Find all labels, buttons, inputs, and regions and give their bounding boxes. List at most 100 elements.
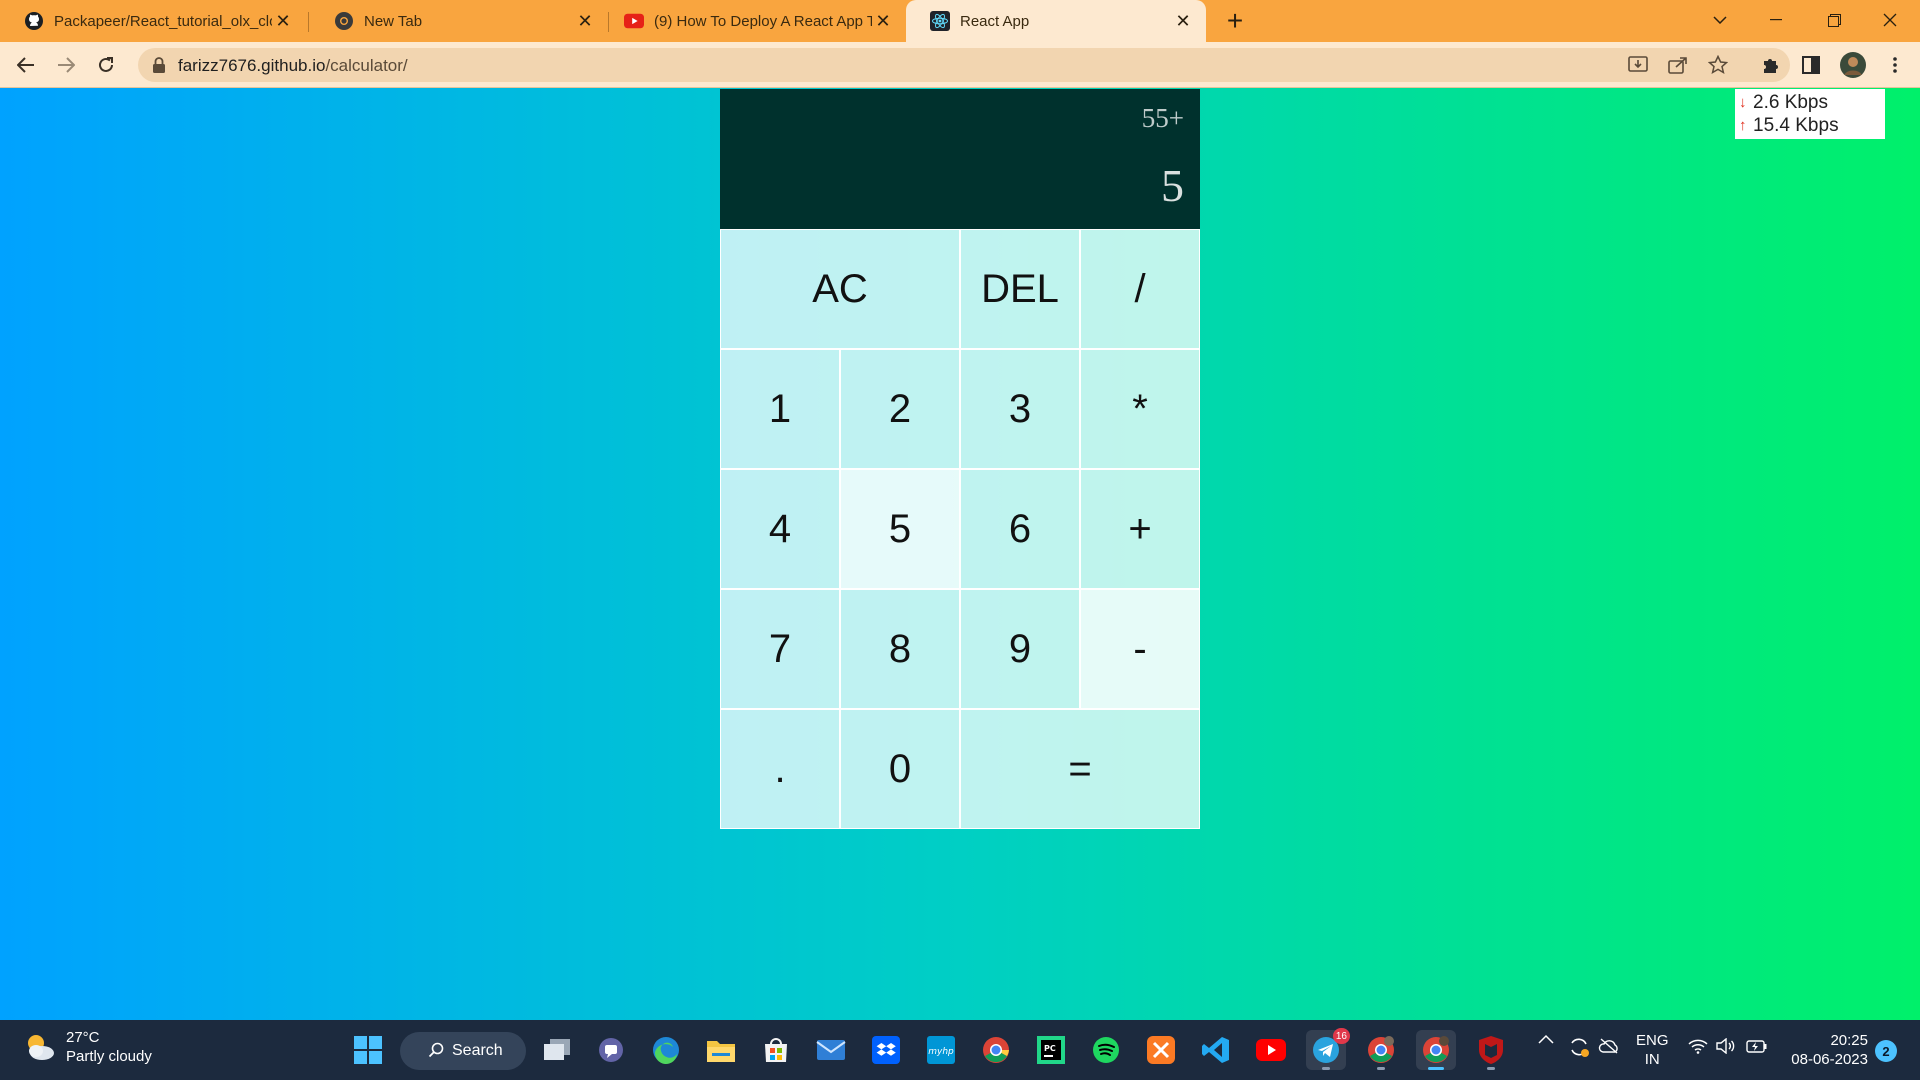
show-hidden-icons-chevron-icon[interactable] [1538, 1034, 1554, 1044]
more-menu-icon[interactable] [1880, 50, 1910, 80]
windows-start-icon[interactable] [348, 1030, 388, 1070]
minimize-icon[interactable] [1748, 0, 1804, 40]
key-divide[interactable]: / [1080, 229, 1200, 349]
key-8[interactable]: 8 [840, 589, 960, 709]
tab-strip: Packapeer/React_tutorial_olx_clo ✕ New T… [0, 0, 1920, 42]
tab-title: (9) How To Deploy A React App T [654, 12, 872, 30]
myhp-icon[interactable]: myhp [921, 1030, 961, 1070]
tab-react-app[interactable]: React App ✕ [906, 0, 1206, 42]
taskbar-clock[interactable]: 20:25 08-06-2023 [1784, 1031, 1868, 1069]
install-icon[interactable] [1626, 54, 1650, 76]
dropbox-icon[interactable] [866, 1030, 906, 1070]
tab-github[interactable]: Packapeer/React_tutorial_olx_clo ✕ [0, 0, 306, 42]
react-icon [930, 11, 950, 31]
chrome-active-icon[interactable] [1416, 1030, 1456, 1070]
reload-icon[interactable] [90, 49, 122, 81]
battery-charging-icon[interactable] [1746, 1038, 1768, 1054]
extensions-puzzle-icon[interactable] [1756, 50, 1786, 80]
onedrive-offline-icon[interactable] [1598, 1038, 1620, 1054]
upload-arrow-icon: ↑ [1739, 117, 1747, 134]
new-tab-button[interactable]: + [1220, 5, 1250, 36]
tab-youtube[interactable]: (9) How To Deploy A React App T ✕ [600, 0, 906, 42]
microsoft-store-icon[interactable] [756, 1030, 796, 1070]
upload-speed-row: ↑ 15.4 Kbps [1739, 114, 1881, 137]
tab-search-chevron-icon[interactable] [1692, 0, 1748, 40]
chrome-icon[interactable] [976, 1030, 1016, 1070]
share-icon[interactable] [1666, 54, 1690, 76]
xampp-icon[interactable] [1141, 1030, 1181, 1070]
close-icon[interactable]: ✕ [272, 10, 294, 32]
svg-text:myhp: myhp [928, 1047, 954, 1057]
notification-count-badge[interactable]: 2 [1875, 1040, 1897, 1062]
running-indicator [1377, 1067, 1385, 1070]
pycharm-icon[interactable]: PC [1031, 1030, 1071, 1070]
mcafee-icon[interactable] [1471, 1030, 1511, 1070]
key-del[interactable]: DEL [960, 229, 1080, 349]
input-language-indicator[interactable]: ENG IN [1636, 1031, 1669, 1069]
clock-time: 20:25 [1830, 1032, 1868, 1049]
clock-date: 08-06-2023 [1791, 1051, 1868, 1068]
chrome-icon [334, 11, 354, 31]
mail-icon[interactable] [811, 1030, 851, 1070]
page-viewport: 55+ 5 AC DEL / 1 2 3 * 4 5 6 + 7 8 9 - .… [0, 88, 1920, 1020]
browser-toolbar: farizz7676.github.io/calculator/ [0, 42, 1920, 88]
telegram-unread-badge: 16 [1332, 1028, 1350, 1044]
profile-avatar[interactable] [1838, 50, 1868, 80]
restore-icon[interactable] [1806, 0, 1862, 40]
youtube-icon[interactable] [1251, 1030, 1291, 1070]
key-9[interactable]: 9 [960, 589, 1080, 709]
keypad: AC DEL / 1 2 3 * 4 5 6 + 7 8 9 - . 0 = [720, 229, 1200, 829]
key-multiply[interactable]: * [1080, 349, 1200, 469]
download-speed-row: ↓ 2.6 Kbps [1739, 91, 1881, 114]
wifi-icon[interactable] [1688, 1038, 1708, 1054]
key-7[interactable]: 7 [720, 589, 840, 709]
close-icon[interactable]: ✕ [872, 10, 894, 32]
key-4[interactable]: 4 [720, 469, 840, 589]
weather-text: 27°C Partly cloudy [66, 1028, 152, 1066]
teams-chat-icon[interactable] [591, 1030, 631, 1070]
weather-temperature: 27°C [66, 1029, 100, 1046]
back-arrow-icon[interactable] [10, 49, 42, 81]
url-host: farizz7676.github.io [178, 56, 326, 75]
key-minus[interactable]: - [1080, 589, 1200, 709]
sync-icon[interactable] [1568, 1036, 1590, 1058]
key-0[interactable]: 0 [840, 709, 960, 829]
close-window-icon[interactable] [1862, 0, 1918, 40]
chrome-profile-icon[interactable] [1361, 1030, 1401, 1070]
tab-title: New Tab [364, 12, 423, 30]
file-explorer-icon[interactable] [701, 1030, 741, 1070]
vscode-icon[interactable] [1196, 1030, 1236, 1070]
key-6[interactable]: 6 [960, 469, 1080, 589]
edge-browser-icon[interactable] [646, 1030, 686, 1070]
key-equals[interactable]: = [960, 709, 1200, 829]
tab-separator [308, 12, 309, 32]
bookmark-star-icon[interactable] [1706, 54, 1730, 76]
forward-arrow-icon[interactable] [50, 49, 82, 81]
svg-text:PC: PC [1044, 1044, 1056, 1053]
partly-cloudy-icon [22, 1029, 58, 1065]
github-icon [24, 11, 44, 31]
task-view-icon[interactable] [537, 1030, 577, 1070]
side-panel-icon[interactable] [1796, 50, 1826, 80]
key-1[interactable]: 1 [720, 349, 840, 469]
taskbar-search-button[interactable]: Search [400, 1032, 526, 1070]
volume-icon[interactable] [1716, 1038, 1736, 1054]
lock-icon[interactable] [152, 57, 166, 73]
key-5[interactable]: 5 [840, 469, 960, 589]
key-plus[interactable]: + [1080, 469, 1200, 589]
active-window-indicator [1428, 1067, 1444, 1070]
key-ac[interactable]: AC [720, 229, 960, 349]
weather-widget[interactable]: 27°C Partly cloudy [22, 1028, 152, 1066]
address-bar[interactable]: farizz7676.github.io/calculator/ [138, 48, 1790, 82]
key-3[interactable]: 3 [960, 349, 1080, 469]
tab-new-tab[interactable]: New Tab ✕ [310, 0, 608, 42]
key-2[interactable]: 2 [840, 349, 960, 469]
upload-speed: 15.4 Kbps [1753, 115, 1839, 136]
key-decimal[interactable]: . [720, 709, 840, 829]
previous-operand: 55+ [1141, 103, 1184, 133]
tab-title: React App [960, 12, 1030, 30]
spotify-icon[interactable] [1086, 1030, 1126, 1070]
close-icon[interactable]: ✕ [1172, 10, 1194, 32]
telegram-icon[interactable]: 16 [1306, 1028, 1350, 1070]
close-icon[interactable]: ✕ [574, 10, 596, 32]
